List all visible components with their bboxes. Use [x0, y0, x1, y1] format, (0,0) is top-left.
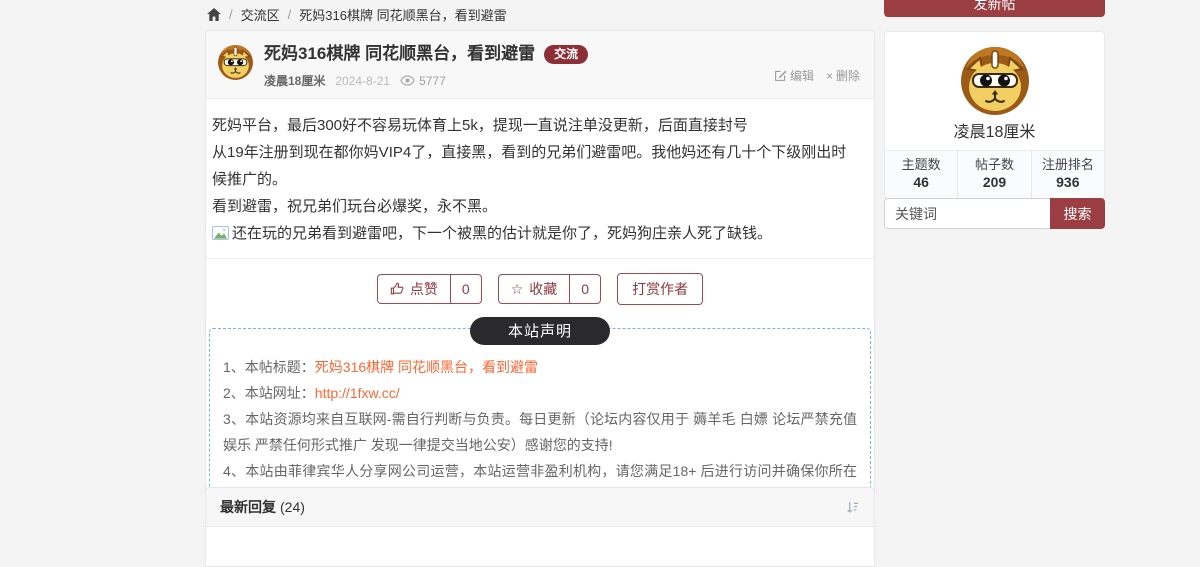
- stat-rank: 注册排名 936: [1030, 151, 1104, 198]
- breadcrumb-separator: /: [229, 7, 233, 22]
- post-paragraph: 还在玩的兄弟看到避雷吧，下一个被黑的估计就是你了，死妈狗庄亲人死了缺钱。: [212, 220, 860, 249]
- post-paragraph: 看到避雷，祝兄弟们玩台必爆奖，永不黑。: [212, 198, 498, 215]
- favorite-count: 0: [569, 275, 600, 303]
- search-bar: 搜索: [884, 198, 1105, 229]
- replies-title: 最新回复 (24): [220, 499, 305, 515]
- post-views: 5777: [400, 74, 446, 88]
- breadcrumb: / 交流区 / 死妈316棋牌 同花顺黑台，看到避雷: [207, 5, 507, 24]
- post-author-avatar[interactable]: [217, 44, 254, 81]
- notice-site-url-link[interactable]: http://1fxw.cc/: [315, 385, 400, 401]
- broken-image-icon: [212, 222, 229, 249]
- post-author-name[interactable]: 凌晨18厘米: [264, 72, 325, 89]
- replies-header: 最新回复 (24): [206, 488, 874, 527]
- notice-item: 2、本站网址：http://1fxw.cc/: [223, 385, 400, 401]
- breadcrumb-current: 死妈316棋牌 同花顺黑台，看到避雷: [299, 8, 507, 23]
- post-actions: 点赞 0 ☆ 收藏 0 打赏作者: [206, 258, 874, 318]
- reward-author-button[interactable]: 打赏作者: [617, 273, 704, 305]
- like-count: 0: [449, 275, 481, 303]
- post-meta: 凌晨18厘米 2024-8-21 5777: [264, 72, 588, 89]
- author-profile-card: 凌晨18厘米 主题数 46 帖子数 209 注册排名 936: [884, 31, 1105, 199]
- post-tools: 编辑 × 删除: [774, 67, 860, 84]
- post-paragraph: 从19年注册到现在都你妈VIP4了，直接黑，看到的兄弟们避雷吧。我他妈还有几十个…: [212, 144, 847, 188]
- profile-username: 凌晨18厘米: [953, 124, 1036, 141]
- profile-top: 凌晨18厘米: [885, 32, 1104, 150]
- breadcrumb-separator: /: [287, 7, 292, 22]
- thumb-up-icon: [390, 282, 404, 296]
- new-post-button[interactable]: 发新帖: [884, 0, 1105, 17]
- edit-icon: [774, 69, 787, 82]
- edit-button[interactable]: 编辑: [774, 67, 814, 84]
- post-card: 死妈316棋牌 同花顺黑台，看到避雷 交流 凌晨18厘米 2024-8-21 5…: [205, 30, 875, 536]
- like-button[interactable]: 点赞 0: [376, 274, 482, 304]
- stat-topics: 主题数 46: [901, 157, 941, 190]
- notice-item: 1、本帖标题：死妈316棋牌 同花顺黑台，看到避雷: [223, 359, 539, 375]
- notice-post-title-link[interactable]: 死妈316棋牌 同花顺黑台，看到避雷: [315, 359, 538, 375]
- favorite-button[interactable]: ☆ 收藏 0: [497, 274, 602, 304]
- post-paragraph: 死妈平台，最后300好不容易玩体育上5k，提现一直说注单没更新，后面直接封号: [212, 117, 748, 134]
- profile-avatar: [959, 45, 1031, 117]
- eye-icon: [400, 75, 415, 86]
- breadcrumb-section[interactable]: 交流区: [241, 5, 280, 24]
- post-title: 死妈316棋牌 同花顺黑台，看到避雷: [264, 44, 536, 63]
- stat-posts: 帖子数 209: [957, 151, 1030, 198]
- search-input[interactable]: [884, 198, 1050, 229]
- notice-item: 3、本站资源均来自互联网-需自行判断与负责。每日更新（论坛内容仅用于 薅羊毛 白…: [223, 411, 857, 453]
- post-header: 死妈316棋牌 同花顺黑台，看到避雷 交流 凌晨18厘米 2024-8-21 5…: [206, 31, 874, 99]
- delete-button[interactable]: × 删除: [826, 67, 860, 84]
- replies-count: (24): [280, 499, 305, 515]
- replies-card: 最新回复 (24): [205, 487, 875, 567]
- close-icon: ×: [825, 68, 833, 83]
- post-body: 死妈平台，最后300好不容易玩体育上5k，提现一直说注单没更新，后面直接封号 从…: [206, 99, 874, 258]
- profile-stats: 主题数 46 帖子数 209 注册排名 936: [885, 150, 1104, 198]
- sort-icon[interactable]: [845, 500, 860, 515]
- site-notice-title: 本站声明: [469, 317, 611, 345]
- post-date: 2024-8-21: [335, 73, 391, 88]
- home-icon[interactable]: [207, 8, 221, 21]
- post-views-count: 5777: [419, 73, 446, 88]
- category-badge[interactable]: 交流: [544, 44, 589, 64]
- post-header-main: 死妈316棋牌 同花顺黑台，看到避雷 交流 凌晨18厘米 2024-8-21 5…: [264, 42, 589, 89]
- search-button[interactable]: 搜索: [1050, 198, 1105, 229]
- star-icon: ☆: [510, 281, 524, 297]
